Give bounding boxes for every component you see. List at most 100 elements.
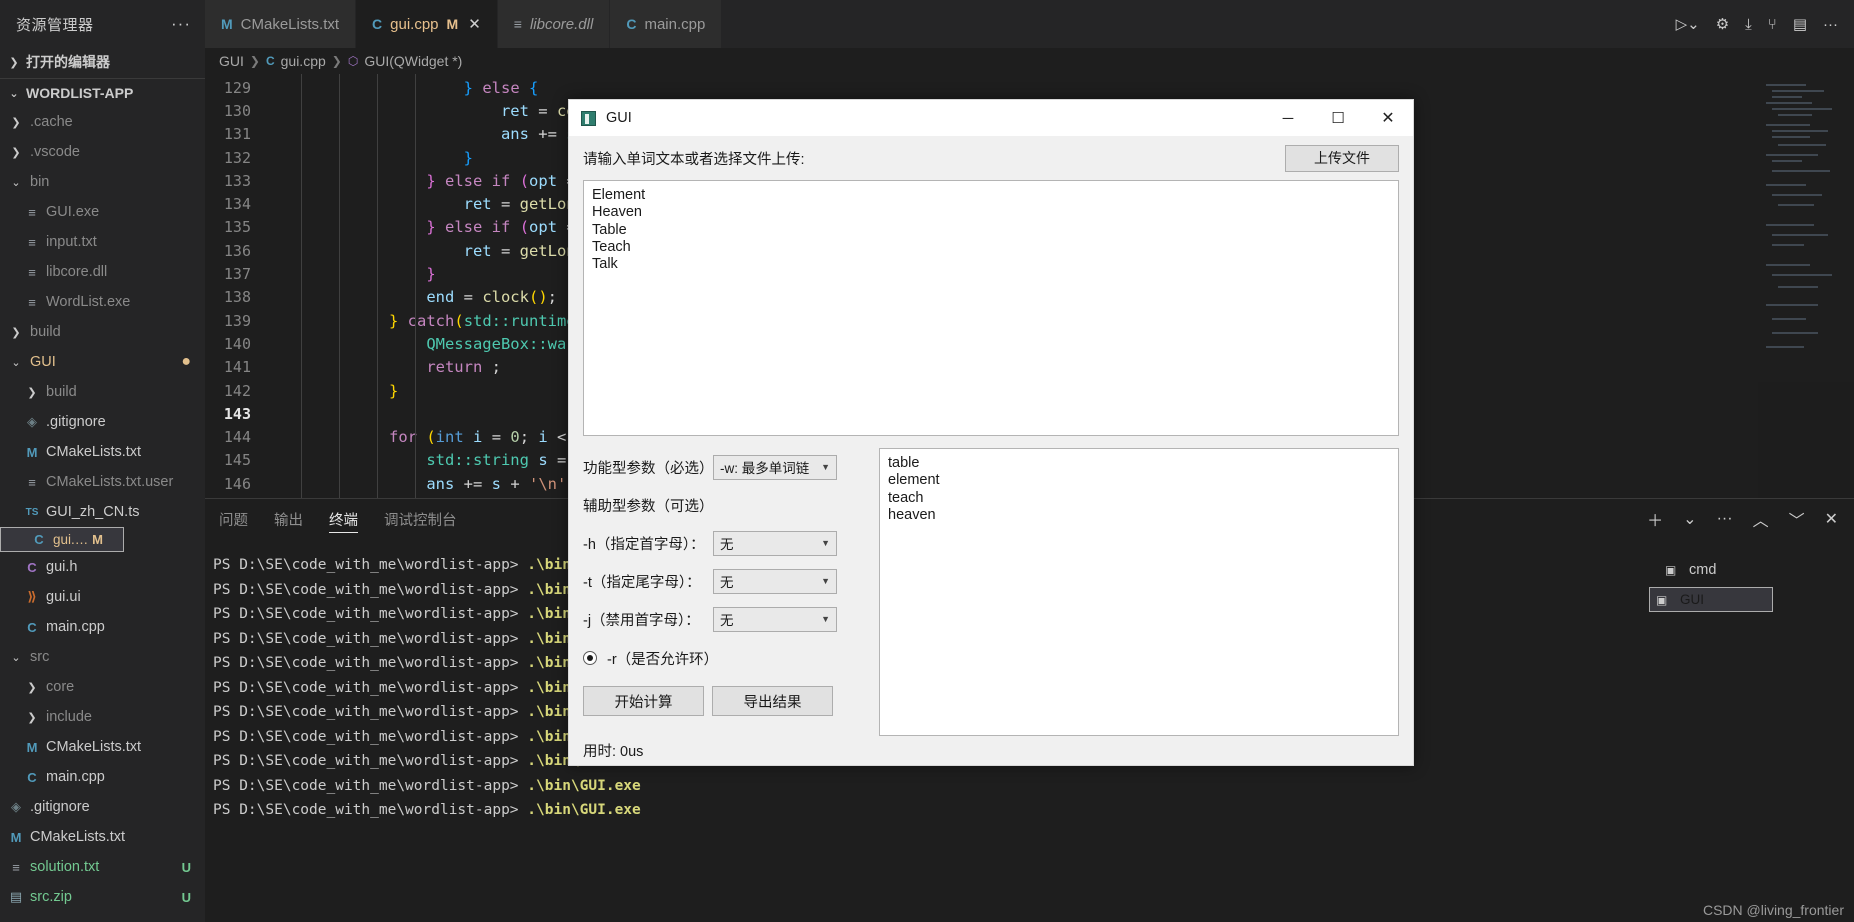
file-tree: ❯ .cache ❯ .vscode ⌄ bin ≡ GUI.exe ≡ input.txt ≡ li… — [0, 107, 205, 912]
tree-item-gui-ui[interactable]: ⟫ gui.ui — [0, 582, 205, 612]
maximize-button[interactable]: ☐ — [1313, 100, 1363, 136]
tree-item-main-cpp[interactable]: Cmain.cpp — [0, 612, 205, 642]
tree-item-cmakelists-txt[interactable]: M CMakeLists.txt — [0, 822, 205, 852]
editor-tab-gui-cpp[interactable]: Cgui.cpp M ✕ — [356, 0, 498, 48]
tree-item-gui-cpp[interactable]: Cgui.cppM — [0, 527, 124, 552]
chevron-up-icon[interactable]: ︿ — [1753, 507, 1769, 531]
tree-item-build[interactable]: ❯ build — [0, 317, 205, 347]
ellipsis-icon[interactable]: ··· — [171, 15, 191, 32]
branch-icon[interactable]: ⑂ — [1768, 16, 1777, 33]
chevron-down2-icon[interactable]: ﹀ — [1789, 507, 1805, 531]
dialog-title-bar[interactable]: GUI ─ ☐ ✕ — [569, 100, 1413, 136]
tab-label: main.cpp — [644, 15, 706, 33]
panel-tab-问题[interactable]: 问题 — [219, 499, 248, 539]
panel-tab-终端[interactable]: 终端 — [329, 499, 358, 539]
tree-item--gitignore[interactable]: ◈ .gitignore — [0, 407, 205, 437]
tree-item-build[interactable]: ❯ build — [0, 377, 205, 407]
more-actions-icon[interactable]: ··· — [1823, 16, 1838, 33]
run-icon[interactable]: ▷⌄ — [1676, 15, 1700, 33]
gear-icon[interactable]: ⚙ — [1716, 15, 1729, 33]
terminal-instance-GUI[interactable]: ▣ GUI — [1649, 587, 1773, 612]
panel-tab-调试控制台[interactable]: 调试控制台 — [384, 499, 457, 539]
close-button[interactable]: ✕ — [1363, 100, 1413, 136]
panel-tab-输出[interactable]: 输出 — [274, 499, 303, 539]
breadcrumb-item-1[interactable]: gui.cpp — [281, 53, 326, 69]
tree-item-solution-txt[interactable]: ≡ solution.txt U — [0, 852, 205, 882]
add-terminal-icon[interactable]: ＋ — [1647, 507, 1663, 531]
dialog-title: GUI — [606, 110, 632, 126]
tree-item-label: .cache — [30, 114, 73, 130]
chevron-right-icon: ❯ — [27, 711, 37, 724]
tree-item-core[interactable]: ❯ core — [0, 672, 205, 702]
result-line: teach — [888, 489, 924, 506]
tree-item-include[interactable]: ❯ include — [0, 702, 205, 732]
code-line: 129 } else { — [205, 76, 1854, 99]
minimize-button[interactable]: ─ — [1263, 100, 1313, 136]
split-editor-icon[interactable]: ▤ — [1793, 15, 1807, 33]
export-result-button[interactable]: 导出结果 — [712, 686, 833, 716]
chevron-down-icon[interactable]: ⌄ — [1683, 509, 1696, 529]
sidebar-project-root[interactable]: ⌄ WORDLIST-APP — [0, 79, 205, 107]
tree-item-cmakelists-txt-user[interactable]: ≡ CMakeLists.txt.user — [0, 467, 205, 497]
download-icon[interactable]: ⤓ — [1745, 16, 1752, 33]
required-param-select[interactable]: -w: 最多单词链 ▼ — [713, 454, 837, 480]
editor-tab-bar: M CMakeLists.txt Cgui.cpp M ✕ ≡ libcore.dll Cma… — [205, 0, 1854, 48]
terminal-instance-cmd[interactable]: ▣ cmd — [1649, 553, 1854, 587]
code-text: ans += s + '\n'; — [426, 474, 575, 493]
tree-item-cmakelists-txt[interactable]: M CMakeLists.txt — [0, 437, 205, 467]
tree-item-gui-h[interactable]: Cgui.h — [0, 552, 205, 582]
tree-item-src-zip[interactable]: ▤ src.zip U — [0, 882, 205, 912]
tree-item-libcore-dll[interactable]: ≡ libcore.dll — [0, 257, 205, 287]
editor-tab-cmakelists-txt[interactable]: M CMakeLists.txt — [205, 0, 357, 48]
word-input-textarea[interactable]: Element Heaven Table Teach Talk — [583, 180, 1399, 436]
indent-guide — [415, 74, 416, 498]
tree-item-bin[interactable]: ⌄ bin — [0, 167, 205, 197]
tree-item-src[interactable]: ⌄ src — [0, 642, 205, 672]
j-param-select[interactable]: 无 ▼ — [713, 606, 837, 632]
upload-file-button[interactable]: 上传文件 — [1285, 144, 1399, 172]
tree-item-main-cpp[interactable]: Cmain.cpp — [0, 762, 205, 792]
code-text: } else { — [463, 78, 539, 97]
tree-item-badge: M — [92, 532, 103, 547]
r-param-label: -r（是否允许环） — [607, 651, 719, 668]
tab-spacer — [722, 0, 1660, 48]
t-param-select[interactable]: 无 ▼ — [713, 568, 837, 594]
breadcrumb-item-0[interactable]: GUI — [219, 53, 244, 69]
txt-file-icon: ≡ — [28, 264, 36, 280]
tree-item-gui-exe[interactable]: ≡ GUI.exe — [0, 197, 205, 227]
chevron-right-icon: ❯ — [11, 146, 21, 159]
allow-cycle-radio[interactable] — [583, 651, 597, 665]
tab-close-icon[interactable]: ✕ — [468, 15, 481, 33]
tree-item-label: build — [30, 324, 61, 340]
more-icon[interactable]: ··· — [1717, 510, 1733, 528]
word-line: Talk — [592, 256, 618, 273]
line-number: 139 — [223, 311, 251, 330]
indent-guide — [339, 74, 340, 498]
sidebar-open-editors[interactable]: ❯ 打开的编辑器 — [0, 48, 205, 76]
start-calculate-button[interactable]: 开始计算 — [583, 686, 704, 716]
code-text: } — [388, 381, 399, 400]
r-param-row[interactable]: -r（是否允许环） — [583, 638, 863, 678]
tree-item--vscode[interactable]: ❯ .vscode — [0, 137, 205, 167]
gui-dialog[interactable]: GUI ─ ☐ ✕ 请输入单词文本或者选择文件上传: 上传文件 Element H… — [568, 99, 1414, 766]
tree-item-label: include — [46, 709, 92, 725]
input-label-row: 请输入单词文本或者选择文件上传: 上传文件 — [583, 136, 1399, 180]
word-line: Table — [592, 221, 627, 238]
tree-item-input-txt[interactable]: ≡ input.txt — [0, 227, 205, 257]
tree-item--cache[interactable]: ❯ .cache — [0, 107, 205, 137]
tree-item--gitignore[interactable]: ◈ .gitignore — [0, 792, 205, 822]
tree-item-label: build — [46, 384, 77, 400]
tree-item-cmakelists-txt[interactable]: M CMakeLists.txt — [0, 732, 205, 762]
tree-item-gui[interactable]: ⌄ GUI ● — [0, 347, 205, 377]
minimap[interactable] — [1758, 74, 1854, 498]
close-panel-icon[interactable]: ✕ — [1825, 509, 1838, 529]
h-param-select[interactable]: 无 ▼ — [713, 530, 837, 556]
tree-item-label: core — [46, 679, 75, 695]
editor-tab-libcore-dll[interactable]: ≡ libcore.dll — [497, 0, 611, 48]
cpp-file-icon: C — [27, 769, 37, 785]
editor-tab-main-cpp[interactable]: Cmain.cpp — [610, 0, 723, 48]
result-textarea[interactable]: table element teach heaven — [879, 448, 1399, 736]
breadcrumb-item-2[interactable]: GUI(QWidget *) — [364, 53, 462, 69]
tree-item-wordlist-exe[interactable]: ≡ WordList.exe — [0, 287, 205, 317]
tree-item-gui-zh-cn-ts[interactable]: TS GUI_zh_CN.ts — [0, 497, 205, 527]
